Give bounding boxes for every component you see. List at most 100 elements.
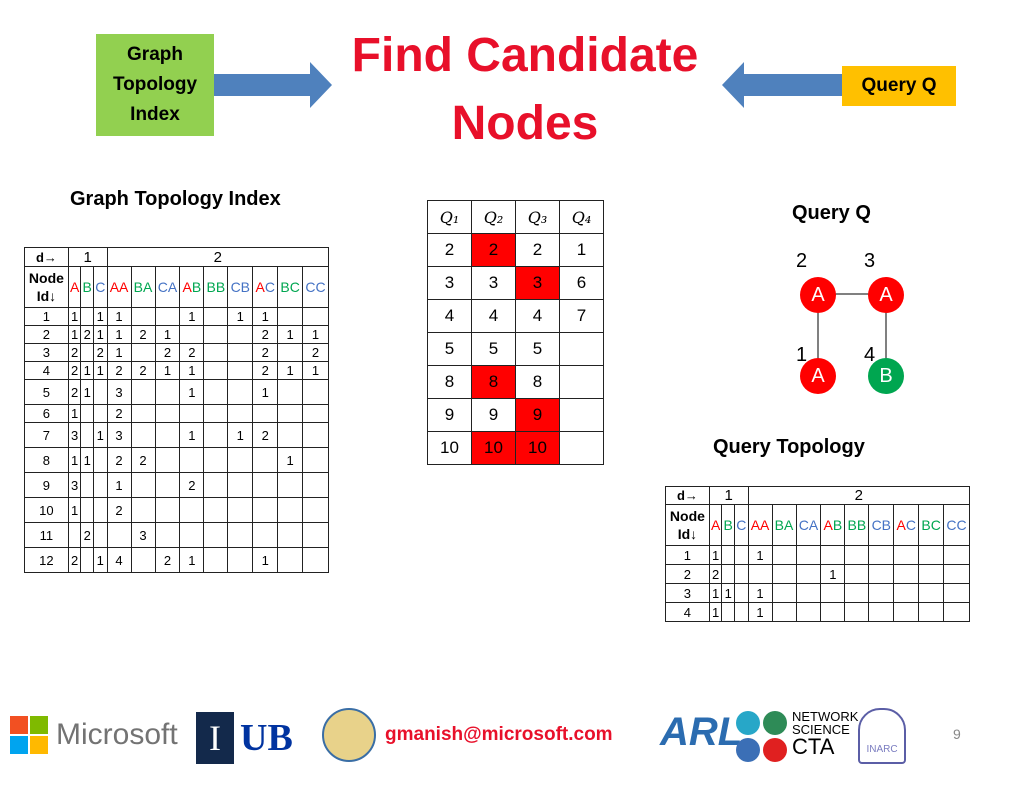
cell bbox=[179, 497, 205, 523]
candidate-cell: 2 bbox=[515, 233, 560, 267]
cell bbox=[734, 602, 749, 622]
cell: 9 bbox=[24, 472, 69, 498]
cell: 2 bbox=[252, 325, 279, 344]
cell: 1 bbox=[708, 583, 723, 603]
candidate-cell bbox=[559, 332, 604, 366]
microsoft-wordmark: Microsoft bbox=[56, 718, 178, 751]
cell: 1 bbox=[302, 325, 329, 344]
cell bbox=[795, 545, 822, 565]
cell bbox=[277, 379, 304, 405]
cell: 6 bbox=[24, 404, 69, 423]
cell: 1 bbox=[721, 583, 735, 603]
cell bbox=[893, 602, 920, 622]
cell bbox=[277, 497, 304, 523]
cell bbox=[154, 497, 181, 523]
cell bbox=[154, 422, 181, 448]
cell bbox=[943, 564, 970, 584]
query-node: A bbox=[868, 277, 904, 313]
cell bbox=[820, 583, 846, 603]
query-topology-label: Query Topology bbox=[713, 436, 865, 458]
cell bbox=[80, 472, 94, 498]
cell bbox=[93, 522, 108, 548]
cell bbox=[918, 602, 945, 622]
cell bbox=[302, 379, 329, 405]
column-header: AA bbox=[747, 504, 773, 546]
cell: 2 bbox=[130, 447, 156, 473]
cell bbox=[154, 447, 181, 473]
cell bbox=[203, 522, 229, 548]
cell bbox=[302, 404, 329, 423]
column-header: CC bbox=[943, 504, 970, 546]
cell: 1 bbox=[67, 497, 82, 523]
graph-topology-index-box: Graph Topology Index bbox=[96, 34, 214, 136]
table-row: 22 1 bbox=[665, 564, 970, 584]
cell: 1 bbox=[93, 422, 108, 448]
column-header: AB bbox=[179, 266, 205, 308]
cell: 1 bbox=[277, 447, 304, 473]
column-header: CB bbox=[868, 504, 895, 546]
cell bbox=[227, 361, 254, 380]
cell bbox=[130, 547, 156, 573]
cell bbox=[943, 602, 970, 622]
cell: 3 bbox=[106, 422, 132, 448]
cell: 3 bbox=[67, 472, 82, 498]
cell: 2 bbox=[67, 379, 82, 405]
cell bbox=[918, 583, 945, 603]
cell: 2 bbox=[302, 343, 329, 362]
cell: 1 bbox=[106, 325, 132, 344]
cell bbox=[302, 547, 329, 573]
cell bbox=[203, 307, 229, 326]
cell: 10 bbox=[24, 497, 69, 523]
cell: 2 bbox=[154, 547, 181, 573]
query-node: B bbox=[868, 358, 904, 394]
cell: 1 bbox=[93, 307, 108, 326]
cell bbox=[227, 447, 254, 473]
cell: 1 bbox=[80, 361, 94, 380]
candidate-cell: 5 bbox=[427, 332, 472, 366]
cell bbox=[943, 583, 970, 603]
candidate-cell: 10 bbox=[471, 431, 516, 465]
query-box: Query Q bbox=[842, 66, 956, 106]
cell bbox=[277, 343, 304, 362]
column-header: A bbox=[708, 504, 723, 546]
cell bbox=[67, 522, 82, 548]
candidate-cell: 8 bbox=[471, 365, 516, 399]
column-header: C bbox=[93, 266, 108, 308]
network-science-icon bbox=[735, 710, 789, 769]
cell bbox=[918, 564, 945, 584]
node-id-header: Node Id↓ bbox=[665, 504, 710, 546]
cell bbox=[179, 522, 205, 548]
cell: 2 bbox=[80, 325, 94, 344]
cell: 2 bbox=[130, 361, 156, 380]
cell bbox=[203, 404, 229, 423]
cell bbox=[277, 472, 304, 498]
cell bbox=[154, 522, 181, 548]
cell: 1 bbox=[179, 547, 205, 573]
candidate-cell: 6 bbox=[559, 266, 604, 300]
query-node-header: Q₃ bbox=[515, 200, 560, 234]
table-row: 888 bbox=[427, 365, 604, 399]
cell: 1 bbox=[227, 307, 254, 326]
cell: 1 bbox=[747, 602, 773, 622]
table-row: 811221 bbox=[24, 447, 329, 473]
cell: 3 bbox=[130, 522, 156, 548]
cell bbox=[893, 545, 920, 565]
cell bbox=[277, 422, 304, 448]
column-header: B bbox=[721, 504, 735, 546]
email[interactable]: gmanish@microsoft.com bbox=[385, 724, 613, 746]
cell bbox=[820, 545, 846, 565]
cell: 2 bbox=[252, 343, 279, 362]
cell: 1 bbox=[93, 547, 108, 573]
cell bbox=[721, 564, 735, 584]
cell: 2 bbox=[24, 325, 69, 344]
candidate-cell: 8 bbox=[427, 365, 472, 399]
node-id-label: 2 bbox=[796, 250, 808, 272]
table-row: 521311 bbox=[24, 379, 329, 405]
cell bbox=[203, 343, 229, 362]
cell bbox=[203, 497, 229, 523]
cell bbox=[130, 472, 156, 498]
column-header: CA bbox=[154, 266, 181, 308]
query-node: A bbox=[800, 277, 836, 313]
cell: 2 bbox=[67, 547, 82, 573]
cell bbox=[80, 497, 94, 523]
